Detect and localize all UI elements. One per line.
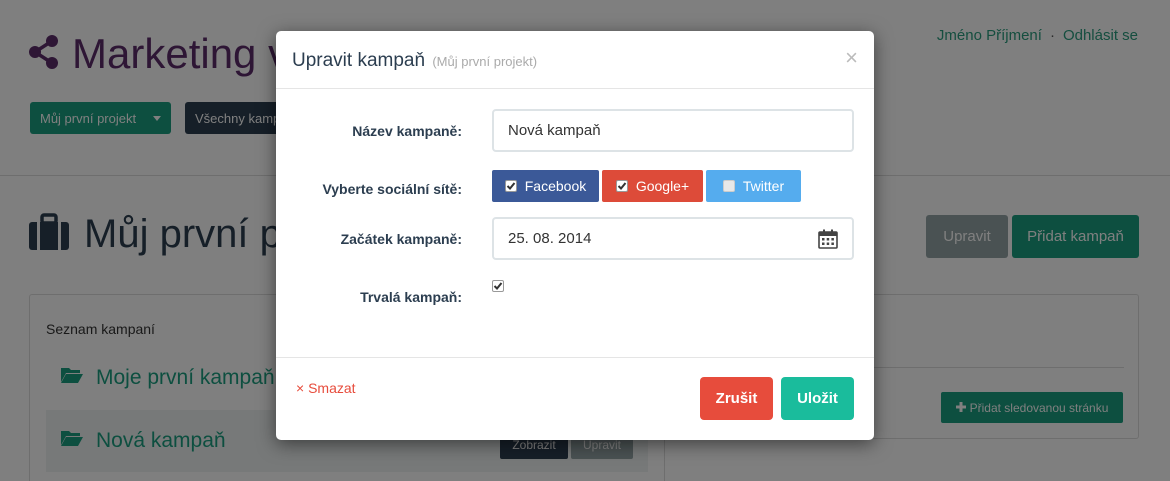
checkbox-checked-icon [504, 180, 517, 192]
start-date-label: Začátek kampaně: [340, 231, 462, 247]
modal-subtitle: (Můj první projekt) [432, 54, 538, 69]
delete-campaign-link[interactable]: × Smazat [296, 380, 356, 396]
google-plus-label: Google+ [635, 178, 690, 194]
checkbox-checked-icon [615, 180, 628, 192]
permanent-campaign-checkbox[interactable] [492, 280, 504, 292]
campaign-name-label: Název kampaně: [352, 123, 462, 139]
cancel-button[interactable]: Zrušit [700, 377, 773, 420]
modal-footer: × Smazat Zrušit Uložit [276, 357, 874, 440]
close-icon[interactable]: × [845, 45, 858, 71]
modal-header: Upravit kampaň (Můj první projekt) × [276, 31, 874, 89]
calendar-icon[interactable] [818, 229, 838, 253]
modal-title-text: Upravit kampaň [292, 50, 426, 71]
campaign-name-value: Nová kampaň [508, 122, 601, 139]
checkbox-checked-icon [492, 280, 504, 292]
edit-campaign-modal: Upravit kampaň (Můj první projekt) × Náz… [276, 31, 874, 440]
modal-title: Upravit kampaň (Můj první projekt) [292, 50, 537, 72]
campaign-name-input[interactable]: Nová kampaň [492, 109, 854, 152]
save-button[interactable]: Uložit [781, 377, 854, 420]
social-networks-label: Vyberte sociální sítě: [322, 181, 462, 197]
google-plus-toggle[interactable]: Google+ [602, 170, 703, 202]
checkbox-unchecked-icon [722, 180, 735, 192]
facebook-label: Facebook [524, 178, 587, 194]
twitter-label: Twitter [742, 178, 785, 194]
start-date-value: 25. 08. 2014 [508, 230, 592, 247]
permanent-campaign-label: Trvalá kampaň: [360, 289, 462, 305]
twitter-toggle[interactable]: Twitter [706, 170, 801, 202]
start-date-input[interactable]: 25. 08. 2014 [492, 217, 854, 260]
facebook-toggle[interactable]: Facebook [492, 170, 599, 202]
